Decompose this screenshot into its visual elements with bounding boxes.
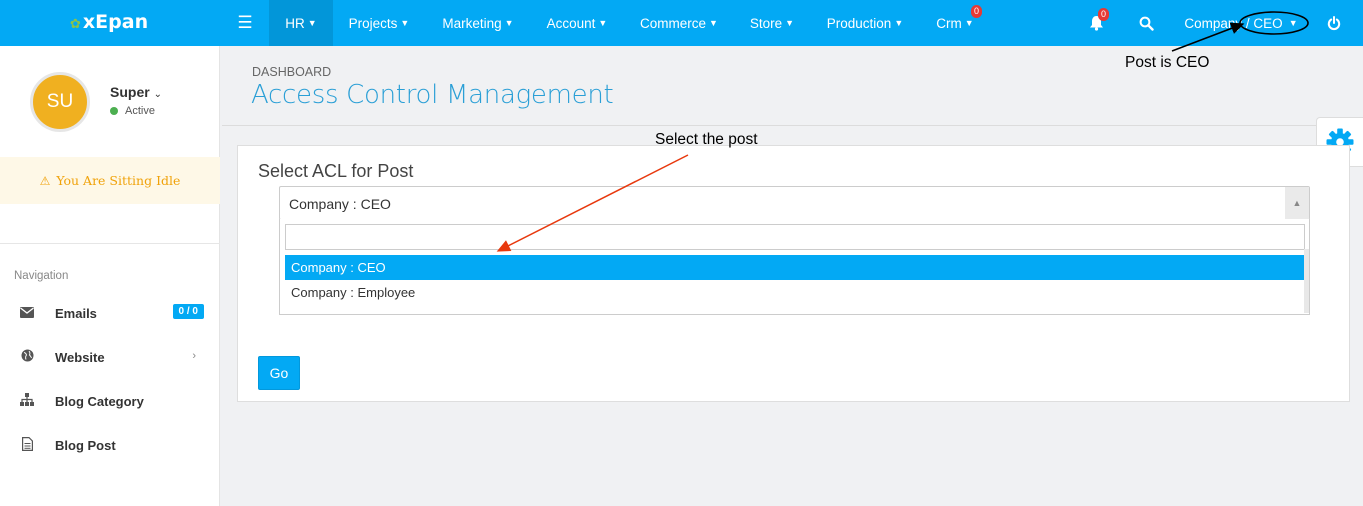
nav-store[interactable]: Store ▼ (740, 0, 804, 46)
sidebar-item-emails[interactable]: Emails 0 / 0 (0, 298, 220, 328)
caret-down-icon: ▼ (307, 18, 317, 28)
user-menu[interactable]: Company / CEO ▼ (1182, 0, 1300, 46)
sidebar-item-website[interactable]: Website › (0, 342, 220, 372)
warning-icon: ⚠ (39, 173, 51, 188)
caret-down-icon: ▼ (709, 18, 718, 28)
globe-icon (20, 349, 34, 365)
dropdown-search-input[interactable] (285, 224, 1305, 250)
nav-production[interactable]: Production ▼ (814, 0, 916, 46)
crm-badge: 0 (971, 5, 982, 18)
annotation-post-note: Post is CEO (1125, 54, 1210, 71)
user-menu-label: Company / CEO (1184, 15, 1283, 31)
status-dot (110, 107, 118, 115)
nav-label: Store (749, 15, 783, 31)
caret-down-icon: ▼ (785, 18, 795, 28)
caret-down-icon: ▼ (964, 18, 974, 28)
caret-down-icon: ▼ (598, 18, 608, 28)
nav-label: Production (826, 15, 892, 31)
caret-down-icon: ▼ (400, 18, 410, 28)
brand-logo[interactable]: ✿ xEpan (70, 11, 148, 33)
user-name[interactable]: Super ⌄ (110, 84, 162, 100)
chevron-right-icon: › (192, 350, 196, 362)
caret-down-icon: ▼ (1288, 18, 1298, 28)
document-icon (20, 436, 34, 454)
breadcrumb[interactable]: DASHBOARD (252, 65, 331, 79)
user-status: Active (110, 105, 155, 117)
user-name-label: Super (110, 84, 150, 100)
nav-label: Commerce (640, 15, 707, 31)
idle-message: You Are Sitting Idle (56, 173, 181, 188)
post-dropdown: Company : CEO Company : Employee (279, 219, 1310, 315)
search-icon[interactable] (1132, 0, 1160, 46)
email-count-badge: 0 / 0 (172, 304, 204, 319)
sidebar-item-label: Emails (55, 305, 97, 321)
sidebar-item-label: Website (55, 349, 105, 365)
idle-alert: ⚠ You Are Sitting Idle (0, 157, 220, 204)
hamburger-icon[interactable]: ☰ (222, 0, 268, 46)
notification-badge: 0 (1098, 8, 1109, 21)
bell-icon[interactable] (1082, 0, 1110, 46)
envelope-icon (20, 306, 34, 321)
caret-up-icon[interactable]: ▲ (1285, 187, 1309, 219)
nav-label: Account (546, 15, 596, 31)
nav-label: HR (285, 15, 305, 31)
caret-down-icon: ▼ (894, 18, 904, 28)
sidebar-item-label: Blog Category (55, 393, 144, 409)
dropdown-scrollbar[interactable] (1304, 249, 1309, 313)
go-button[interactable]: Go (258, 356, 300, 390)
panel-title: Select ACL for Post (258, 161, 414, 181)
leaf-icon: ✿ (70, 17, 81, 32)
nav-label: Crm (936, 15, 962, 31)
header-divider (222, 125, 1363, 126)
page-title: Access Control Management (251, 80, 614, 110)
top-navbar: ✿ xEpan ☰ HR ▼ Projects ▼ Marketing ▼ Accoun… (0, 0, 1363, 46)
divider (0, 243, 220, 244)
nav-label: Projects (348, 15, 398, 31)
nav-hr[interactable]: HR ▼ (269, 0, 333, 46)
nav-heading: Navigation (14, 270, 69, 282)
sidebar: SU Super ⌄ Active ⚠ You Are Sitting Idle … (0, 46, 220, 506)
nav-label: Marketing (442, 15, 502, 31)
option-company-ceo[interactable]: Company : CEO (285, 255, 1305, 280)
option-company-employee[interactable]: Company : Employee (285, 280, 1305, 305)
chevron-down-icon: ⌄ (153, 89, 162, 100)
sidebar-item-label: Blog Post (55, 437, 116, 453)
nav-projects[interactable]: Projects ▼ (336, 0, 422, 46)
brand-name: xEpan (82, 11, 149, 33)
nav-marketing[interactable]: Marketing ▼ (430, 0, 526, 46)
power-icon[interactable] (1320, 0, 1348, 46)
sitemap-icon (20, 393, 34, 409)
nav-commerce[interactable]: Commerce ▼ (628, 0, 730, 46)
sidebar-item-blog-post[interactable]: Blog Post (0, 430, 220, 460)
post-select-value: Company : CEO (289, 196, 391, 212)
annotation-select-note: Select the post (655, 131, 758, 148)
sidebar-item-blog-category[interactable]: Blog Category (0, 386, 220, 416)
nav-account[interactable]: Account ▼ (536, 0, 618, 46)
caret-down-icon: ▼ (504, 18, 514, 28)
post-select[interactable]: Company : CEO ▲ (279, 186, 1310, 220)
avatar[interactable]: SU (30, 72, 90, 132)
status-label: Active (125, 105, 155, 117)
